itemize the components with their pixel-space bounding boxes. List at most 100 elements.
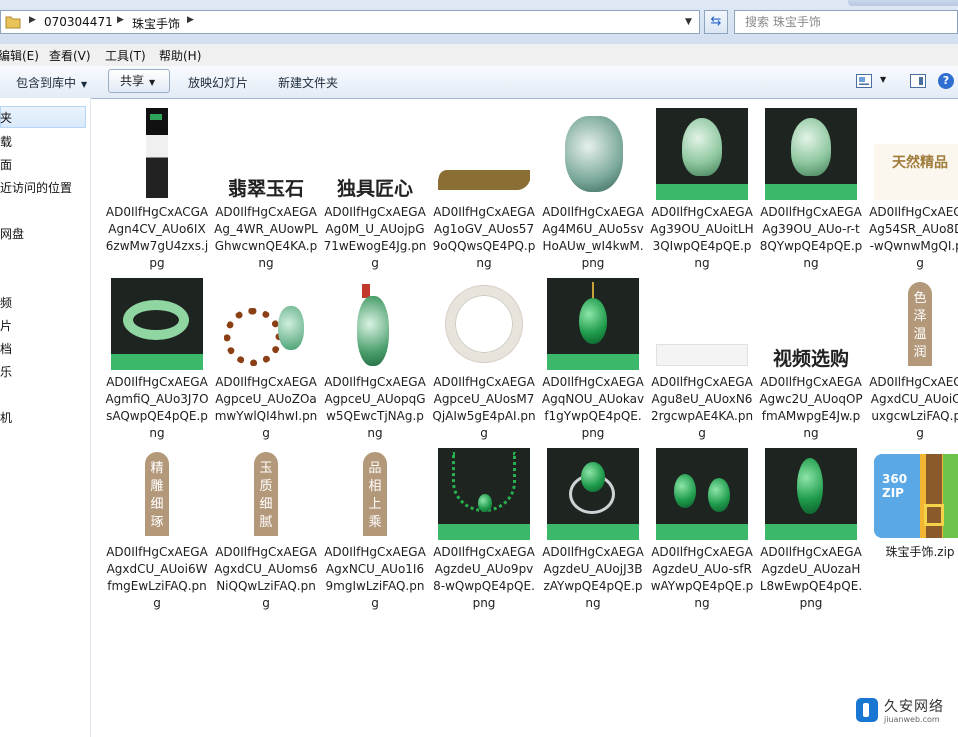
window-controls[interactable] — [848, 0, 958, 6]
file-thumbnail — [438, 108, 530, 200]
file-item[interactable]: 色泽温润 AD0IlfHgCxAEGAAgxdCU_AUoiOnuxgcwLziF… — [868, 270, 958, 440]
tag-label: 色泽温润 — [908, 282, 932, 366]
share-button[interactable]: 共享 ▼ — [108, 69, 170, 93]
menu-view[interactable]: 查看(V) — [49, 47, 91, 64]
file-item[interactable]: AD0IlfHgCxAEGAAgqNOU_AUokavf1gYwpQE4pQE.… — [541, 270, 645, 440]
gem-icon — [797, 458, 823, 514]
slideshow-button[interactable]: 放映幻灯片 — [188, 74, 248, 91]
banner-text: 翡翠玉石 — [227, 178, 304, 200]
file-item[interactable]: AD0IlfHgCxAEGAAgmfiQ_AUo3J7OsAQwpQE4pQE.… — [105, 270, 209, 440]
nav-item-netdisk[interactable]: 网盘 — [0, 225, 24, 242]
menu-help[interactable]: 帮助(H) — [159, 47, 201, 64]
file-item[interactable]: AD0IlfHgCxAEGAAgzdeU_AUojJ3BzAYwpQE4pQE.… — [541, 440, 645, 610]
file-item[interactable]: 品相上乘 AD0IlfHgCxAEGAAgxNCU_AUo1I69mgIwLziF… — [323, 440, 427, 610]
navigation-pane[interactable]: 夹 载 面 近访问的位置 网盘 频 片 档 乐 机 — [0, 98, 91, 737]
file-name: AD0IlfHgCxAEGAAgpceU_AUoZOamwYwlQI4hwI.p… — [214, 375, 318, 440]
view-options-icon[interactable] — [856, 74, 872, 88]
file-thumbnail — [547, 448, 639, 540]
file-name: AD0IlfHgCxAEGAAg4M6U_AUo5svHoAUw_wI4kwM.… — [542, 205, 644, 270]
file-thumbnail: 精雕细琢 — [111, 448, 203, 540]
file-item[interactable]: AD0IlfHgCxAEGAAgzdeU_AUo-sfRwAYwpQE4pQE.… — [650, 440, 754, 610]
file-thumbnail — [111, 108, 203, 200]
gem-icon — [478, 494, 492, 512]
file-item[interactable]: AD0IlfHgCxAEGAAg4M6U_AUo5svHoAUw_wI4kwM.… — [541, 100, 645, 270]
breadcrumb-item[interactable]: 070304471 — [44, 15, 113, 29]
breadcrumb-item[interactable]: 珠宝手饰 — [132, 15, 180, 32]
file-list[interactable]: AD0IlfHgCxACGAAgn4CV_AUo6IX6zwMw7gU4zxs.… — [91, 98, 958, 737]
file-name: AD0IlfHgCxAEGAAgzdeU_AUozaHL8wEwpQE4pQE.… — [759, 545, 863, 610]
file-name: 珠宝手饰.zip — [885, 545, 955, 559]
address-bar[interactable]: ▶ 070304471 ▶ 珠宝手饰 ▶ ▼ — [0, 10, 700, 34]
file-thumbnail — [220, 278, 312, 370]
watermark-logo-icon — [856, 698, 878, 722]
chevron-right-icon[interactable]: ▶ — [187, 15, 194, 25]
file-item[interactable]: AD0IlfHgCxAEGAAgzdeU_AUo9pv8-wQwpQE4pQE.… — [432, 440, 536, 610]
menu-edit[interactable]: 编辑(E) — [0, 47, 39, 64]
file-item[interactable]: 玉质细腻 AD0IlfHgCxAEGAAgxdCU_AUoms6NiQQwLziF… — [214, 440, 318, 610]
new-folder-button[interactable]: 新建文件夹 — [278, 74, 338, 91]
tag-label: 精雕细琢 — [145, 452, 169, 536]
file-name: AD0IlfHgCxAEGAAgxdCU_AUoiOnuxgcwLziFAQ.p… — [869, 375, 958, 440]
file-item[interactable]: 360 ZIP 珠宝手饰.zip — [868, 440, 958, 610]
search-input[interactable]: 搜索 珠宝手饰 — [734, 10, 958, 34]
chevron-down-icon[interactable]: ▼ — [685, 17, 697, 29]
chevron-right-icon[interactable]: ▶ — [117, 15, 124, 25]
file-name: AD0IlfHgCxAEGAAgwc2U_AUoqOPfmAMwpgE4Jw.p… — [759, 375, 863, 440]
file-thumbnail: 品相上乘 — [329, 448, 421, 540]
nav-item-computer[interactable]: 机 — [0, 409, 12, 426]
file-item[interactable]: AD0IlfHgCxAEGAAg39OU_AUoitLH3QIwpQE4pQE.… — [650, 100, 754, 270]
nav-item-favorites[interactable]: 夹 — [0, 109, 12, 126]
file-thumbnail — [547, 278, 639, 370]
file-name: AD0IlfHgCxAEGAAgxdCU_AUoi6WfmgEwLziFAQ.p… — [106, 545, 208, 610]
nav-item-downloads[interactable]: 载 — [0, 133, 12, 150]
share-label: 共享 — [120, 74, 145, 88]
file-name: AD0IlfHgCxAEGAAgmfiQ_AUo3J7OsAQwpQE4pQE.… — [105, 375, 209, 440]
file-item[interactable]: AD0IlfHgCxAEGAAgu8eU_AUoxN62rgcwpAE4KA.p… — [650, 270, 754, 440]
file-thumbnail — [656, 448, 748, 540]
chevron-down-icon[interactable]: ▼ — [880, 75, 886, 84]
file-item[interactable]: AD0IlfHgCxAEGAAgzdeU_AUozaHL8wEwpQE4pQE.… — [759, 440, 863, 610]
nav-item-desktop[interactable]: 面 — [0, 156, 12, 173]
file-thumbnail: 天然精品 — [874, 108, 958, 200]
file-item[interactable]: AD0IlfHgCxAEGAAgpceU_AUoZOamwYwlQI4hwI.p… — [214, 270, 318, 440]
file-name: AD0IlfHgCxAEGAAgxdCU_AUoms6NiQQwLziFAQ.p… — [214, 545, 318, 610]
include-in-library-button[interactable]: 包含到库中 ▼ — [16, 74, 87, 91]
menu-tools[interactable]: 工具(T) — [105, 47, 146, 64]
nav-item-videos[interactable]: 频 — [0, 294, 12, 311]
tag-label: 品相上乘 — [363, 452, 387, 536]
file-name: AD0IlfHgCxAEGAAgu8eU_AUoxN62rgcwpAE4KA.p… — [650, 375, 754, 440]
file-item[interactable]: 精雕细琢 AD0IlfHgCxAEGAAgxdCU_AUoi6WfmgEwLziF… — [105, 440, 209, 610]
file-name: AD0IlfHgCxAEGAAgqNOU_AUokavf1gYwpQE4pQE.… — [541, 375, 645, 440]
file-name: AD0IlfHgCxAEGAAg54SR_AUo8D1-wQwnwMgQI.pn… — [869, 205, 958, 270]
file-item[interactable]: AD0IlfHgCxACGAAgn4CV_AUo6IX6zwMw7gU4zxs.… — [105, 100, 209, 270]
watermark: 久安网络 jiuanweb.com — [856, 696, 956, 730]
file-name: AD0IlfHgCxAEGAAgzdeU_AUo-sfRwAYwpQE4pQE.… — [650, 545, 754, 610]
nav-item-music[interactable]: 乐 — [0, 363, 12, 380]
watermark-url: jiuanweb.com — [884, 715, 940, 724]
file-thumbnail: 视频选购 — [765, 278, 857, 370]
nav-item-pictures[interactable]: 片 — [0, 317, 12, 334]
file-item[interactable]: 天然精品 AD0IlfHgCxAEGAAg54SR_AUo8D1-wQwnwMgQ… — [868, 100, 958, 270]
green-bar — [656, 524, 748, 540]
nav-item-documents[interactable]: 档 — [0, 340, 12, 357]
file-item[interactable]: AD0IlfHgCxAEGAAgpceU_AUosM7QjAIw5gE4pAI.… — [432, 270, 536, 440]
file-item[interactable]: AD0IlfHgCxAEGAAg1oGV_AUos579oQQwsQE4PQ.p… — [432, 100, 536, 270]
file-item[interactable]: AD0IlfHgCxAEGAAg39OU_AUo-r-t8QYwpQE4pQE.… — [759, 100, 863, 270]
file-item[interactable]: 翡翠玉石 AD0IlfHgCxAEGAAg_4WR_AUowPLGhwcwnQE4… — [214, 100, 318, 270]
chevron-right-icon[interactable]: ▶ — [29, 15, 36, 25]
file-item[interactable]: AD0IlfHgCxAEGAAgpceU_AUopqGw5QEwcTjNAg.p… — [323, 270, 427, 440]
file-name: AD0IlfHgCxAEGAAg0M_U_AUojpG71wEwogE4Jg.p… — [323, 205, 427, 270]
file-item[interactable]: 视频选购 AD0IlfHgCxAEGAAgwc2U_AUoqOPfmAMwpgE4… — [759, 270, 863, 440]
file-item[interactable]: 独具匠心 AD0IlfHgCxAEGAAg0M_U_AUojpG71wEwogE4… — [323, 100, 427, 270]
preview-pane-icon[interactable] — [910, 74, 926, 88]
help-icon[interactable]: ? — [938, 73, 954, 89]
gem-icon — [708, 478, 730, 512]
gem-icon — [581, 462, 605, 492]
command-bar: 包含到库中 ▼ 共享 ▼ 放映幻灯片 新建文件夹 ▼ ? — [0, 66, 958, 99]
nav-selection-highlight — [0, 106, 86, 128]
nav-item-recent-places[interactable]: 近访问的位置 — [0, 179, 72, 196]
refresh-button[interactable]: ⇆ — [704, 10, 728, 34]
folder-icon — [5, 16, 21, 29]
file-name: AD0IlfHgCxAEGAAg39OU_AUoitLH3QIwpQE4pQE.… — [650, 205, 754, 270]
file-thumbnail — [329, 278, 421, 370]
